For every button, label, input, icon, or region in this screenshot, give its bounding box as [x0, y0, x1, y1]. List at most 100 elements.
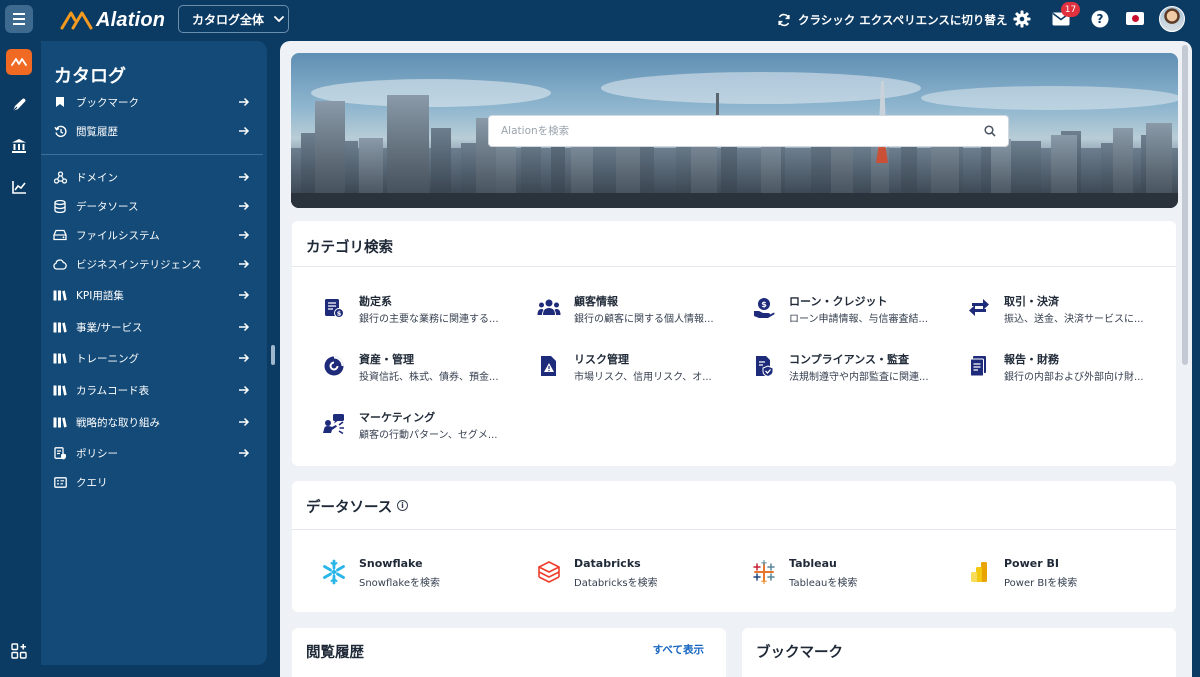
datasource-title: Databricks	[574, 557, 641, 570]
arrow-right-icon	[237, 320, 251, 334]
main-scrollbar[interactable]	[1182, 45, 1188, 365]
category-description: 投資信託、株式、債券、預金...	[359, 372, 499, 383]
sidebar-item-label: ドメイン	[76, 171, 118, 184]
ledger-icon: $	[321, 295, 347, 321]
glossary-icon	[53, 320, 67, 334]
arrow-right-icon	[237, 257, 251, 271]
sidebar-item-label: ファイルシステム	[76, 229, 160, 242]
category-transactions[interactable]: 取引・決済 振込、送金、決済サービスに...	[966, 293, 1166, 327]
category-description: 銀行の内部および外部向け財...	[1004, 372, 1144, 383]
history-card: 閲覧履歴 すべて表示	[292, 628, 726, 677]
alation-logo-mark-icon	[60, 11, 93, 30]
sidebar-resize-handle[interactable]	[271, 345, 275, 365]
arrow-right-icon	[237, 95, 251, 109]
category-description: 顧客の行動パターン、セグメ...	[359, 430, 498, 441]
settings-icon[interactable]	[1012, 9, 1032, 29]
datasource-powerbi[interactable]: Power BI Power BIを検索	[966, 557, 1166, 591]
sidebar-item-training[interactable]: トレーニング	[53, 348, 251, 368]
sidebar-item-history[interactable]: 閲覧履歴	[53, 121, 251, 141]
tableau-icon	[751, 559, 777, 585]
alation-logo[interactable]: Alation	[60, 8, 165, 32]
sidebar-item-datasources[interactable]: データソース	[53, 196, 251, 216]
sidebar-item-bi[interactable]: ビジネスインテリジェンス	[53, 254, 251, 274]
catalog-icon[interactable]	[6, 49, 32, 75]
sidebar-item-domains[interactable]: ドメイン	[53, 167, 251, 187]
category-description: ローン申請情報、与信審査結...	[789, 314, 929, 325]
category-risk[interactable]: リスク管理 市場リスク、信用リスク、オ...	[536, 351, 736, 385]
datasource-tableau[interactable]: Tableau Tableauを検索	[751, 557, 951, 591]
sidebar-title: カタログ	[54, 66, 126, 87]
classic-label: クラシック エクスペリエンスに切り替え	[798, 13, 1008, 27]
sidebar-item-kpi-glossary[interactable]: KPI用語集	[53, 285, 251, 305]
notification-badge: 17	[1061, 2, 1080, 17]
sidebar-item-label: データソース	[76, 200, 139, 213]
category-assets[interactable]: 資産・管理 投資信託、株式、債券、預金...	[321, 351, 521, 385]
policy-icon	[53, 446, 67, 460]
sidebar-item-business-services[interactable]: 事業/サービス	[53, 317, 251, 337]
catalog-scope-dropdown[interactable]: カタログ全体	[178, 5, 289, 33]
avatar[interactable]	[1159, 6, 1185, 32]
sidebar-item-label: トレーニング	[76, 352, 139, 365]
global-search-box[interactable]	[488, 115, 1009, 147]
history-title: 閲覧履歴	[306, 645, 364, 661]
sidebar-item-queries[interactable]: クエリ	[53, 472, 251, 492]
category-ledger[interactable]: $ 勘定系 銀行の主要な業務に関連する...	[321, 293, 521, 327]
category-description: 市場リスク、信用リスク、オ...	[574, 372, 712, 383]
help-icon[interactable]: ?	[1090, 9, 1110, 29]
menu-icon[interactable]	[5, 5, 33, 33]
cloud-icon	[53, 257, 67, 271]
sidebar-item-strategic-initiatives[interactable]: 戦略的な取り組み	[53, 412, 251, 432]
category-title: 取引・決済	[1004, 295, 1059, 308]
category-description: 銀行の主要な業務に関連する...	[359, 314, 499, 325]
category-title: リスク管理	[574, 353, 629, 366]
compliance-icon	[751, 353, 777, 379]
card-divider	[292, 529, 1176, 530]
category-description: 振込、送金、決済サービスに...	[1004, 314, 1144, 325]
category-reports[interactable]: 報告・財務 銀行の内部および外部向け財...	[966, 351, 1166, 385]
category-loan[interactable]: $ ローン・クレジット ローン申請情報、与信審査結...	[751, 293, 951, 327]
bookmarks-title: ブックマーク	[756, 645, 843, 661]
chevron-down-icon	[274, 16, 284, 22]
show-all-link[interactable]: すべて表示	[653, 642, 704, 657]
datasource-title: Tableau	[789, 557, 837, 570]
sidebar-item-column-codes[interactable]: カラムコード表	[53, 380, 251, 400]
category-title: 報告・財務	[1004, 353, 1059, 366]
report-icon	[966, 353, 992, 379]
analytics-icon[interactable]	[6, 174, 32, 200]
sidebar-divider	[41, 154, 263, 155]
category-customers[interactable]: 顧客情報 銀行の顧客に関する個人情報...	[536, 293, 736, 327]
arrow-right-icon	[237, 228, 251, 242]
datasources-card: データソース i Snowflake Snowflakeを検索 Databric…	[292, 481, 1176, 612]
flag-japan-icon[interactable]	[1126, 12, 1144, 25]
bookmark-icon	[53, 95, 67, 109]
datasource-snowflake[interactable]: Snowflake Snowflakeを検索	[321, 557, 521, 591]
category-marketing[interactable]: マーケティング 顧客の行動パターン、セグメ...	[321, 409, 521, 443]
compose-icon[interactable]	[6, 92, 32, 118]
arrow-right-icon	[237, 415, 251, 429]
apps-add-icon[interactable]	[6, 638, 32, 664]
datasource-description: Power BIを検索	[1004, 578, 1078, 589]
sidebar-item-policies[interactable]: ポリシー	[53, 443, 251, 463]
customers-icon	[536, 295, 562, 321]
history-icon	[53, 124, 67, 138]
classic-experience-switch[interactable]: クラシック エクスペリエンスに切り替え	[777, 11, 1007, 29]
search-icon[interactable]	[984, 125, 996, 137]
main-content: カテゴリ検索 $ 勘定系 銀行の主要な業務に関連する... 顧客情報 銀行の顧客…	[280, 41, 1192, 677]
glossary-icon	[53, 288, 67, 302]
sidebar-item-bookmarks[interactable]: ブックマーク	[53, 92, 251, 112]
datasource-databricks[interactable]: Databricks Databricksを検索	[536, 557, 736, 591]
domain-icon	[53, 170, 67, 184]
bookmarks-card: ブックマーク	[742, 628, 1176, 677]
category-title: 勘定系	[359, 295, 392, 308]
search-input[interactable]	[501, 125, 984, 137]
info-icon[interactable]: i	[397, 500, 408, 511]
category-compliance[interactable]: コンプライアンス・監査 法規制遵守や内部監査に関連...	[751, 351, 951, 385]
filesystem-icon	[53, 228, 67, 242]
asset-icon	[321, 353, 347, 379]
glossary-icon	[53, 351, 67, 365]
sidebar-item-filesystems[interactable]: ファイルシステム	[53, 225, 251, 245]
library-icon[interactable]	[6, 133, 32, 159]
category-search-title: カテゴリ検索	[306, 240, 393, 256]
svg-text:$: $	[337, 309, 342, 317]
svg-text:$: $	[761, 300, 767, 309]
